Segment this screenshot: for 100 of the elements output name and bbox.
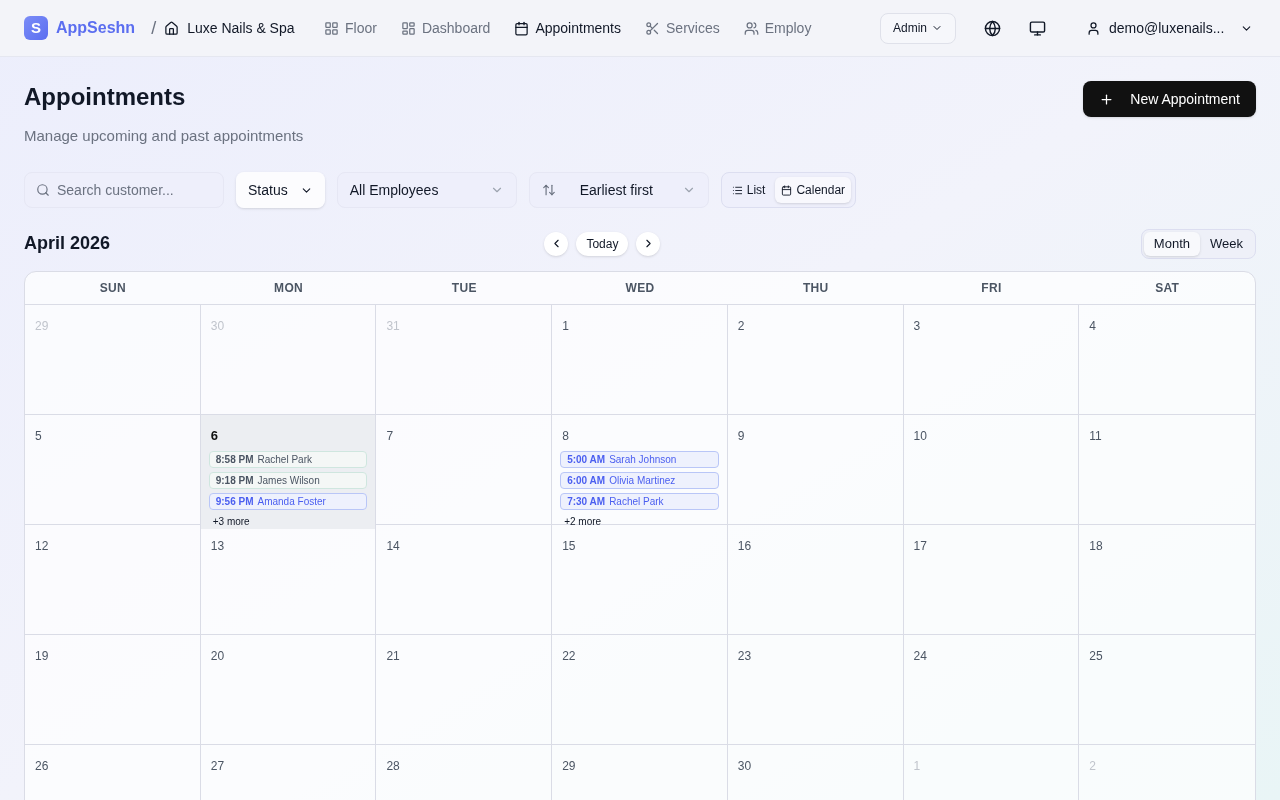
appointment-chip[interactable]: 9:18 PM James Wilson	[208, 471, 368, 489]
status-dropdown[interactable]: Status	[236, 172, 325, 208]
dashboard-icon	[400, 20, 416, 36]
nav-tab[interactable]: Dashboard	[400, 17, 491, 39]
day-number: 2	[1089, 758, 1096, 773]
day-number: 30	[737, 758, 752, 773]
day-number: 28	[386, 758, 400, 773]
appointment-chip[interactable]: 6:00 AM Olivia Martinez	[560, 471, 719, 489]
day-number: 10	[913, 428, 927, 443]
day-cell[interactable]: 17	[903, 524, 1080, 634]
view-tab[interactable]: Calendar	[775, 177, 852, 203]
view-tab[interactable]: List	[725, 177, 772, 203]
day-number: 16	[737, 538, 752, 553]
day-cell[interactable]: 22	[552, 634, 728, 744]
day-cell[interactable]: 30	[727, 744, 904, 800]
breadcrumb-separator: /	[151, 16, 157, 40]
role-dropdown[interactable]: Admin	[880, 12, 956, 44]
appointment-chip[interactable]: 5:00 AM Sarah Johnson	[560, 450, 719, 468]
user-menu[interactable]: demo@luxenails...	[1086, 17, 1254, 39]
day-cell[interactable]: 4	[1079, 304, 1255, 414]
day-number: 26	[35, 758, 49, 773]
previous-button[interactable]	[544, 231, 569, 256]
sort-icon	[541, 183, 556, 197]
day-number: 18	[1089, 538, 1103, 553]
weekday-header: MON	[274, 279, 303, 297]
today-button[interactable]: Today	[576, 231, 629, 256]
new-appointment-button[interactable]: New Appointment	[1083, 81, 1256, 117]
day-number: 9	[737, 428, 745, 443]
appointment-chip[interactable]: 7:30 AM Rachel Park	[560, 492, 719, 510]
business-name[interactable]: Luxe Nails & Spa	[187, 17, 295, 39]
day-cell[interactable]: 27	[200, 744, 377, 800]
page-subtitle: Manage upcoming and past appointments	[24, 126, 304, 146]
day-cell[interactable]: 20	[200, 634, 377, 744]
day-cell[interactable]: 16	[727, 524, 904, 634]
day-number: 17	[913, 538, 927, 553]
day-number: 6	[210, 427, 218, 443]
home-icon	[164, 20, 180, 36]
day-cell[interactable]: 13	[200, 524, 377, 634]
day-cell[interactable]: 7	[376, 414, 553, 529]
day-number: 21	[386, 648, 400, 663]
day-cell[interactable]: 9	[727, 414, 904, 529]
day-number: 7	[386, 428, 394, 443]
next-button[interactable]	[636, 231, 661, 256]
day-cell[interactable]: 10	[903, 414, 1080, 529]
users-icon	[743, 20, 759, 36]
globe-icon[interactable]	[984, 19, 1001, 37]
range-tab[interactable]: Week	[1200, 231, 1253, 256]
calendar-icon	[781, 184, 793, 196]
monitor-icon[interactable]	[1029, 19, 1046, 37]
day-cell[interactable]: 28	[376, 744, 553, 800]
day-number: 23	[737, 648, 752, 663]
appointment-chip[interactable]: 8:58 PM Rachel Park	[208, 450, 368, 468]
list-icon	[731, 184, 743, 196]
day-cell[interactable]: 1	[552, 304, 728, 414]
day-cell[interactable]: 25	[1079, 634, 1255, 744]
day-number: 3	[913, 318, 921, 333]
day-number: 2	[737, 318, 745, 333]
search-field[interactable]: Search customer...	[24, 172, 224, 208]
employee-dropdown[interactable]: All Employees	[336, 172, 517, 208]
day-cell[interactable]: 21	[376, 634, 553, 744]
scissors-icon	[645, 20, 660, 36]
day-cell[interactable]: 19	[25, 634, 201, 744]
day-number: 11	[1089, 428, 1102, 443]
logo-icon: S	[24, 16, 48, 40]
month-label: April 2026	[24, 232, 112, 255]
search-icon	[36, 183, 50, 197]
weekday-header: TUE	[451, 279, 477, 297]
day-number: 1	[913, 758, 921, 773]
page-title: Appointments	[24, 82, 187, 112]
calendar-icon	[514, 20, 530, 36]
nav-tab[interactable]: Employ	[743, 17, 812, 39]
day-cell[interactable]: 2	[727, 304, 904, 414]
brand-name: AppSeshn	[56, 18, 136, 38]
day-number: 29	[35, 318, 49, 333]
nav-tab[interactable]: Appointments	[514, 17, 621, 39]
day-number: 31	[386, 318, 400, 333]
range-tab[interactable]: Month	[1143, 231, 1200, 256]
appointment-chip[interactable]: 9:56 PM Amanda Foster	[208, 492, 368, 510]
day-cell[interactable]: 14	[376, 524, 553, 634]
day-cell[interactable]: 5	[25, 414, 201, 529]
day-number: 20	[210, 648, 225, 663]
day-cell[interactable]: 3	[903, 304, 1080, 414]
day-number: 5	[35, 428, 42, 443]
day-number: 12	[35, 538, 49, 553]
day-cell[interactable]: 6 8:58 PM Rachel Park 9:18 PM James Wilson 9:56 PM Amanda Foster +3 more	[200, 414, 377, 529]
weekday-header: SUN	[99, 279, 126, 297]
weekday-header: FRI	[981, 279, 1002, 297]
day-cell[interactable]: 8 5:00 AM Sarah Johnson 6:00 AM Olivia Martinez 7:30 AM Rachel Park +2 more	[552, 414, 728, 529]
nav-tab[interactable]: Services	[645, 17, 720, 39]
day-number: 19	[35, 648, 49, 663]
sort-dropdown[interactable]: Earliest first	[528, 172, 709, 208]
day-number: 14	[386, 538, 400, 553]
nav-tab[interactable]: Floor	[324, 17, 377, 39]
day-cell[interactable]: 23	[727, 634, 904, 744]
day-cell[interactable]: 29	[552, 744, 728, 800]
day-cell[interactable]: 12	[25, 524, 201, 634]
day-cell[interactable]: 24	[903, 634, 1080, 744]
day-cell[interactable]: 26	[25, 744, 201, 800]
day-cell[interactable]: 15	[552, 524, 728, 634]
day-number: 15	[562, 538, 576, 553]
